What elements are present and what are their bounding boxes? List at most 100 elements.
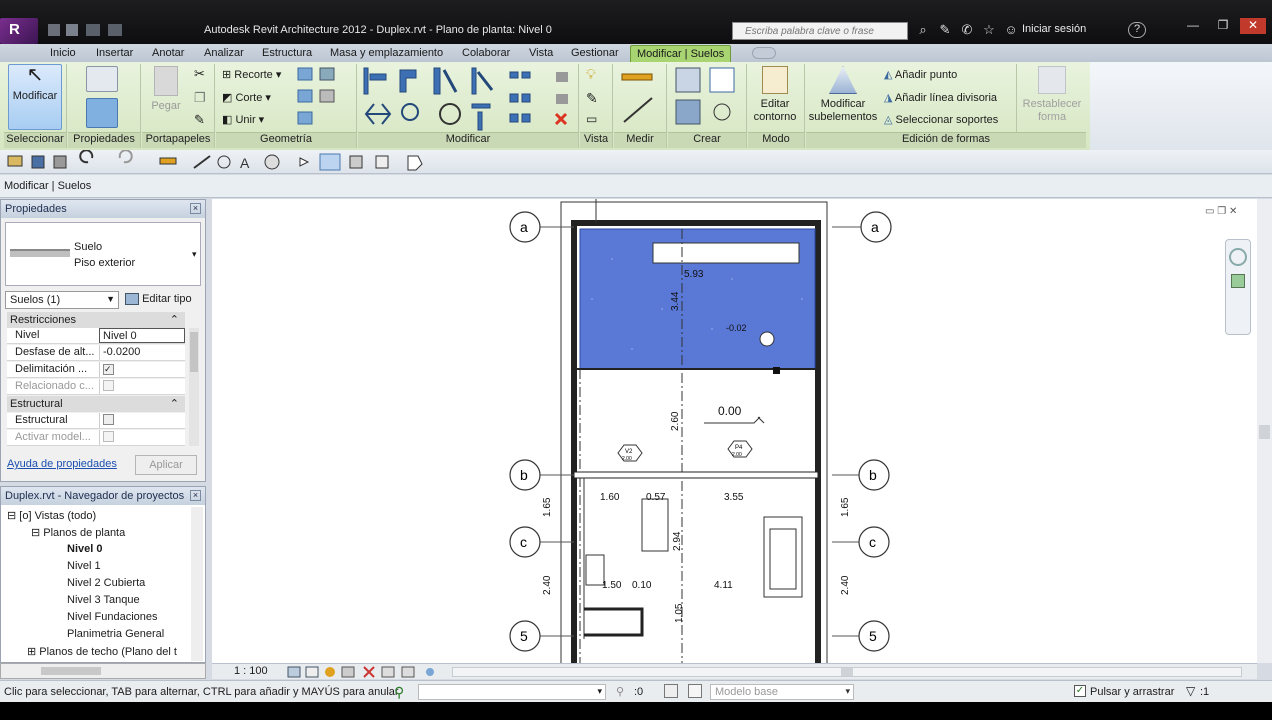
apply-button[interactable]: Aplicar [135, 455, 197, 475]
prop-value-input[interactable]: -0.0200 [99, 345, 185, 360]
tree-item-planimetria[interactable]: Planimetria General [67, 628, 164, 640]
group-restricciones[interactable]: Restricciones ⌃ [7, 312, 185, 328]
cope-button[interactable]: ⊞ Recorte ▾ [222, 68, 281, 81]
navigation-bar[interactable] [1225, 239, 1251, 335]
tab-analizar[interactable]: Analizar [198, 45, 250, 62]
tab-gestionar[interactable]: Gestionar [565, 45, 625, 62]
drawing-canvas[interactable]: a a b b c c 5 5 5.93 3.44 -0.02 0.00 2.6… [212, 199, 1257, 676]
grid-b-right[interactable]: b [869, 467, 877, 483]
geometry-tools-icons[interactable] [296, 66, 352, 130]
tag-p4[interactable]: P4 [735, 445, 743, 451]
prop-row-structural[interactable]: Estructural [7, 413, 185, 429]
grid-a-left[interactable]: a [520, 219, 528, 235]
zoom-icon[interactable] [1231, 274, 1245, 288]
add-point-button[interactable]: ◭ Añadir punto [884, 68, 957, 81]
drag-label[interactable]: Pulsar y arrastrar [1090, 686, 1174, 698]
dim-0-10[interactable]: 0.10 [632, 580, 652, 591]
scrollbar-thumb[interactable] [841, 668, 853, 676]
tab-insertar[interactable]: Insertar [90, 45, 139, 62]
add-split-line-button[interactable]: ◮ Añadir línea divisoria [884, 91, 997, 104]
type-selector[interactable]: Suelo Piso exterior ▾ [5, 222, 201, 286]
tree-floor-plans[interactable]: ⊟ Planos de planta [31, 526, 125, 539]
checkbox[interactable] [103, 380, 114, 391]
user-icon[interactable]: ☺ [1004, 23, 1018, 37]
tab-vista[interactable]: Vista [523, 45, 559, 62]
login-button[interactable]: Iniciar sesión [1022, 23, 1086, 35]
worksets-icon[interactable]: ⚲ [394, 684, 404, 701]
properties-icon[interactable] [86, 98, 118, 128]
design-options-icon[interactable] [664, 684, 678, 698]
checkbox[interactable] [103, 414, 114, 425]
tree-item-nivel-3[interactable]: Nivel 3 Tanque [67, 594, 140, 606]
dim-2-94[interactable]: 2.94 [672, 531, 683, 551]
linework-icon[interactable]: ▭ [586, 112, 597, 126]
create-icons[interactable] [672, 64, 742, 130]
scrollbar-thumb[interactable] [41, 667, 101, 675]
paste-button[interactable]: Pegar [146, 66, 186, 113]
group-estructural[interactable]: Estructural ⌃ [7, 396, 185, 412]
checkbox[interactable] [103, 431, 114, 442]
canvas-vscrollbar[interactable] [1257, 199, 1272, 663]
dim-5-93[interactable]: 5.93 [684, 269, 704, 280]
grid-a-right[interactable]: a [871, 219, 879, 235]
workset-dropdown[interactable]: ▾ [418, 684, 606, 700]
grid-5-right[interactable]: 5 [869, 628, 877, 644]
view-control-icons[interactable] [286, 665, 436, 679]
dim-1-50[interactable]: 1.50 [602, 580, 622, 591]
dim-0-57[interactable]: 0.57 [646, 492, 666, 503]
edit-boundary-button[interactable]: Editar contorno [750, 64, 800, 124]
subscription-icon[interactable]: ✎ [938, 23, 952, 37]
tree-item-nivel-1[interactable]: Nivel 1 [67, 560, 101, 572]
tree-ceiling-plans[interactable]: ⊞ Planos de techo (Plano del t [27, 645, 177, 658]
dim-1-65-left[interactable]: 1.65 [542, 497, 553, 517]
grid-c-right[interactable]: c [869, 534, 876, 550]
panel-seleccionar[interactable]: Seleccionar [4, 132, 66, 148]
tree-item-fundaciones[interactable]: Nivel Fundaciones [67, 611, 158, 623]
close-icon[interactable]: × [190, 203, 201, 214]
grid-b-left[interactable]: b [520, 467, 528, 483]
dim-2-60[interactable]: 2.60 [670, 411, 681, 431]
grid-5-left[interactable]: 5 [520, 628, 528, 644]
properties-help-link[interactable]: Ayuda de propiedades [7, 458, 117, 470]
drag-checkbox[interactable]: ✓ [1074, 685, 1086, 697]
tab-modificar-suelos[interactable]: Modificar | Suelos [630, 45, 732, 62]
dim-3-55[interactable]: 3.55 [724, 492, 744, 503]
dim-1-05[interactable]: 1.05 [674, 603, 685, 623]
floor-plan-drawing[interactable]: a a b b c c 5 5 5.93 3.44 -0.02 0.00 2.6… [212, 199, 1257, 676]
tab-masa[interactable]: Masa y emplazamiento [324, 45, 449, 62]
tab-estructura[interactable]: Estructura [256, 45, 318, 62]
dim-0-00[interactable]: 0.00 [718, 404, 742, 418]
scrollbar-thumb[interactable] [1259, 425, 1270, 439]
minimize-icon[interactable]: — [1180, 18, 1206, 34]
tab-inicio[interactable]: Inicio [44, 45, 82, 62]
prop-row-related[interactable]: Relacionado c... [7, 379, 185, 395]
tag-v2-value[interactable]: 2.00 [622, 456, 632, 462]
close-icon[interactable]: ✕ [1240, 18, 1266, 34]
minimize-ribbon-icon[interactable] [752, 47, 776, 59]
scrollbar-thumb[interactable] [190, 332, 198, 372]
instance-filter-dropdown[interactable]: Suelos (1) ▼ [5, 291, 119, 309]
tab-colaborar[interactable]: Colaborar [456, 45, 516, 62]
editable-icon[interactable]: ⚲ [616, 685, 624, 698]
prop-row-nivel[interactable]: Nivel Nivel 0 [7, 328, 185, 344]
prop-row-offset[interactable]: Desfase de alt... -0.0200 [7, 345, 185, 361]
tree-item-nivel-0[interactable]: Nivel 0 [67, 543, 102, 555]
select-supports-button[interactable]: ◬ Seleccionar soportes [884, 113, 998, 126]
design-option-dropdown[interactable]: Modelo base ▾ [710, 684, 854, 700]
browser-hscrollbar[interactable] [0, 663, 206, 679]
copy-icon[interactable]: ❐ [194, 90, 206, 106]
view-scale[interactable]: 1 : 100 [234, 665, 268, 677]
tag-v2[interactable]: V2 [625, 449, 633, 455]
cut-geometry-button[interactable]: ◩ Corte ▾ [222, 91, 271, 104]
dim-4-11[interactable]: 4.11 [714, 580, 733, 591]
modify-subelements-button[interactable]: Modificar subelementos [806, 64, 880, 124]
filter-icon[interactable]: ▽ [1186, 684, 1195, 698]
cut-icon[interactable]: ✂ [194, 66, 205, 82]
checkbox-checked[interactable]: ✓ [103, 364, 114, 375]
properties-scrollbar[interactable] [189, 328, 199, 446]
search-input[interactable]: Escriba palabra clave o frase [732, 22, 908, 40]
binoculars-icon[interactable]: ⌕ [916, 23, 930, 37]
dim-neg-0-02[interactable]: -0.02 [726, 323, 747, 333]
favorites-star-icon[interactable]: ☆ [982, 23, 996, 37]
help-button[interactable]: ? [1128, 22, 1146, 38]
